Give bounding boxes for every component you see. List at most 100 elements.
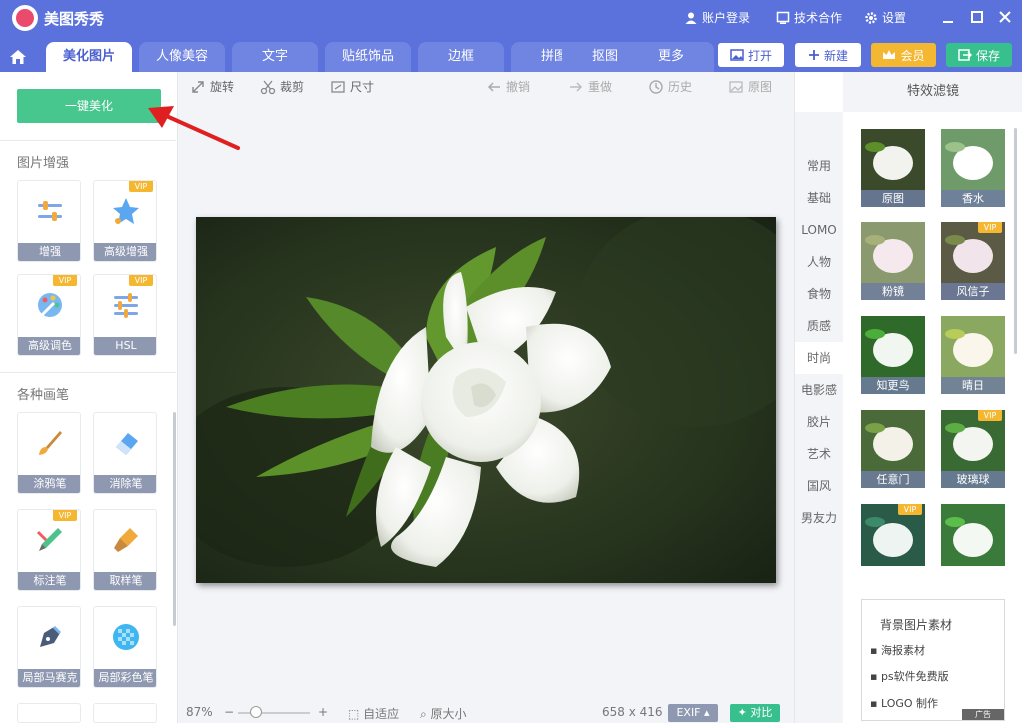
new-button[interactable]: 新建	[795, 43, 861, 67]
filter-thumbnail[interactable]	[941, 504, 1005, 566]
settings-button[interactable]: 设置	[864, 9, 906, 26]
edit-toolbar: 旋转 裁剪 尺寸 撤销 重做 历史 原图	[178, 72, 794, 100]
filter-category[interactable]: 基础	[795, 182, 843, 214]
zoom-out-button[interactable]: −	[224, 705, 234, 719]
filter-category[interactable]: 人物	[795, 246, 843, 278]
close-button[interactable]	[994, 6, 1016, 28]
history-label: 历史	[668, 80, 693, 94]
compare-button[interactable]: ✦ 对比	[730, 704, 780, 722]
magic-wand-icon	[113, 198, 139, 224]
filter-category[interactable]: 常用	[795, 150, 843, 182]
home-button[interactable]	[4, 42, 32, 72]
crop-label: 裁剪	[280, 80, 305, 94]
tab-text[interactable]: 文字	[232, 42, 318, 72]
filter-category[interactable]: 国风	[795, 470, 843, 502]
filter-category[interactable]: 食物	[795, 278, 843, 310]
tool-partial-next[interactable]	[17, 703, 81, 723]
filter-category[interactable]: 胶片	[795, 406, 843, 438]
image-canvas[interactable]	[178, 100, 794, 700]
monitor-icon	[776, 11, 790, 24]
tool-doodle-brush[interactable]: 涂鸦笔	[17, 412, 81, 494]
maximize-button[interactable]	[966, 6, 988, 28]
account-login-button[interactable]: 账户登录	[684, 9, 750, 26]
tool-marker-pen[interactable]: VIP 标注笔	[17, 509, 81, 591]
actual-size-button[interactable]: ⌕ 原大小	[420, 705, 467, 722]
tab-beautify[interactable]: 美化图片	[46, 42, 132, 72]
ad-link[interactable]: ▪ ps软件免费版	[870, 668, 949, 684]
filter-thumbnail[interactable]: VIP 风信子	[941, 222, 1005, 300]
ad-link[interactable]: ▪ 海报素材	[870, 642, 925, 658]
filter-thumbnail[interactable]: 知更鸟	[861, 316, 925, 394]
ad-panel[interactable]: 背景图片素材 ▪ 海报素材 ▪ ps软件免费版 ▪ LOGO 制作 广告	[861, 599, 1005, 721]
tool-partial-next[interactable]	[93, 703, 157, 723]
tech-cooperation-button[interactable]: 技术合作	[776, 9, 842, 26]
zoom-level: 87%	[186, 705, 213, 719]
tech-cooperation-label: 技术合作	[794, 11, 843, 25]
one-click-beautify-button[interactable]: 一键美化	[17, 89, 161, 123]
vip-badge: VIP	[53, 275, 77, 286]
vip-button[interactable]: 会员	[871, 43, 936, 67]
open-button[interactable]: 打开	[718, 43, 784, 67]
tool-advanced-enhance[interactable]: VIP 高级增强	[93, 180, 157, 262]
scissors-icon	[260, 80, 276, 94]
status-bar: 87% − + ⬚ 自适应 ⌕ 原大小 658 x 416 EXIF ▴ ✦ 对…	[178, 700, 794, 723]
tool-hsl[interactable]: VIP HSL	[93, 274, 157, 356]
tool-enhance[interactable]: 增强	[17, 180, 81, 262]
save-button[interactable]: 保存	[946, 43, 1012, 67]
tool-label: 局部彩色笔	[94, 669, 156, 687]
section-divider	[0, 140, 176, 141]
filter-thumbnail[interactable]: VIP	[861, 504, 925, 566]
history-button[interactable]: 历史	[648, 78, 692, 95]
filter-thumbnail[interactable]: 任意门	[861, 410, 925, 488]
filter-category[interactable]: LOMO	[795, 214, 843, 246]
filter-label: 原图	[861, 190, 925, 207]
filter-category[interactable]: 质感	[795, 310, 843, 342]
undo-button[interactable]: 撤销	[486, 78, 530, 95]
minimize-button[interactable]	[937, 6, 959, 28]
flower-photo[interactable]	[196, 217, 776, 583]
tool-advanced-color[interactable]: VIP 高级调色	[17, 274, 81, 356]
size-button[interactable]: 尺寸	[330, 78, 374, 95]
redo-arrow-icon	[570, 81, 583, 92]
tab-stickers[interactable]: 贴纸饰品	[325, 42, 411, 72]
left-panel-scrollbar[interactable]	[173, 412, 176, 626]
filter-thumbnail[interactable]: VIP 玻璃球	[941, 410, 1005, 488]
tab-portrait[interactable]: 人像美容	[139, 42, 225, 72]
app-window: 美图秀秀 账户登录 技术合作 设置 美化图片 人像美容 文字 贴纸饰品 边框 拼…	[0, 0, 1022, 723]
zoom-slider-handle[interactable]	[250, 706, 262, 718]
left-tool-panel: 一键美化 图片增强 增强 VIP 高级增强 VIP 高级调色 VIP HSL 各…	[0, 72, 178, 723]
vip-badge: VIP	[53, 510, 77, 521]
filter-thumbnail[interactable]: 晴日	[941, 316, 1005, 394]
original-image-button[interactable]: 原图	[728, 78, 772, 95]
tool-eraser-brush[interactable]: 消除笔	[93, 412, 157, 494]
vip-label: 会员	[900, 48, 925, 63]
redo-button[interactable]: 重做	[568, 78, 612, 95]
rotate-button[interactable]: 旋转	[190, 78, 234, 95]
tab-border[interactable]: 边框	[418, 42, 504, 72]
filter-thumbnail[interactable]: 香水	[941, 129, 1005, 207]
filter-panel-scrollbar[interactable]	[1014, 128, 1017, 354]
fit-screen-button[interactable]: ⬚ 自适应	[348, 705, 399, 722]
settings-label: 设置	[882, 11, 907, 25]
clock-icon	[649, 79, 663, 94]
filter-preview-image	[945, 517, 993, 557]
marker-pen-icon	[36, 528, 62, 551]
filter-category-active[interactable]: 时尚	[795, 342, 843, 374]
zoom-in-button[interactable]: +	[318, 705, 328, 719]
filter-thumbnail[interactable]: 粉镜	[861, 222, 925, 300]
filter-preview-image	[865, 329, 913, 367]
filter-category[interactable]: 电影感	[795, 374, 843, 406]
filter-thumbnail[interactable]: 原图	[861, 129, 925, 207]
filter-label: 任意门	[861, 471, 925, 488]
tool-sample-brush[interactable]: 取样笔	[93, 509, 157, 591]
filter-category[interactable]: 男友力	[795, 502, 843, 534]
zoom-slider-track[interactable]	[238, 712, 310, 714]
tool-mosaic-brush[interactable]: 局部马赛克	[17, 606, 81, 688]
tool-partial-color-brush[interactable]: 局部彩色笔	[93, 606, 157, 688]
tab-more[interactable]: 更多	[628, 42, 714, 72]
ad-link[interactable]: ▪ LOGO 制作	[870, 695, 938, 711]
crown-icon	[883, 50, 896, 59]
exif-button[interactable]: EXIF ▴	[668, 704, 718, 722]
crop-button[interactable]: 裁剪	[260, 78, 304, 95]
filter-category[interactable]: 艺术	[795, 438, 843, 470]
